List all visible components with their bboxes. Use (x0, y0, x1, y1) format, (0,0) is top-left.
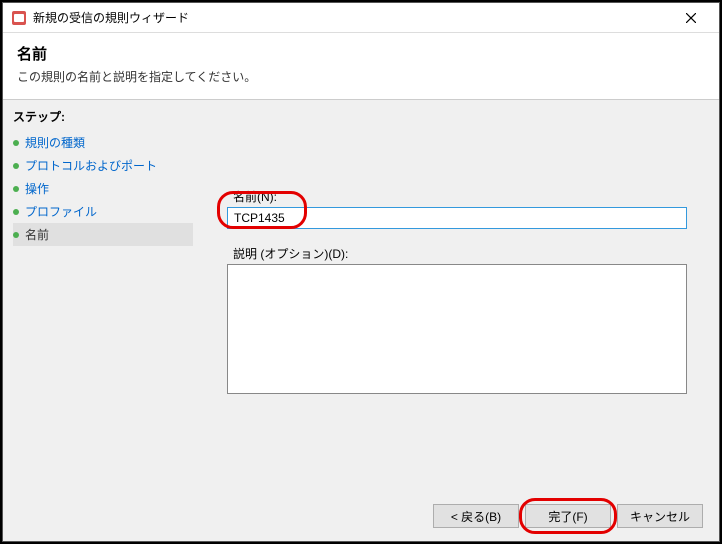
name-input[interactable] (227, 207, 687, 229)
window-title: 新規の受信の規則ウィザード (33, 9, 671, 26)
description-textarea[interactable] (227, 264, 687, 394)
page-description: この規則の名前と説明を指定してください。 (17, 68, 705, 85)
sidebar-item-protocol-port[interactable]: プロトコルおよびポート (13, 154, 193, 177)
steps-heading: ステップ: (13, 108, 193, 125)
sidebar-item-rule-type[interactable]: 規則の種類 (13, 131, 193, 154)
titlebar: 新規の受信の規則ウィザード (3, 3, 719, 33)
bullet-icon (13, 209, 19, 215)
bullet-icon (13, 232, 19, 238)
page-title: 名前 (17, 43, 705, 64)
steps-sidebar: ステップ: 規則の種類 プロトコルおよびポート 操作 プロファイル 名前 (3, 100, 203, 497)
bullet-icon (13, 163, 19, 169)
cancel-button[interactable]: キャンセル (617, 504, 703, 528)
back-button[interactable]: < 戻る(B) (433, 504, 519, 528)
sidebar-item-name[interactable]: 名前 (13, 223, 193, 246)
name-label: 名前(N): (233, 188, 701, 205)
description-label: 説明 (オプション)(D): (233, 245, 701, 262)
bullet-icon (13, 186, 19, 192)
wizard-footer: < 戻る(B) 完了(F) キャンセル (3, 497, 719, 541)
wizard-header: 名前 この規則の名前と説明を指定してください。 (3, 33, 719, 99)
finish-button[interactable]: 完了(F) (525, 504, 611, 528)
form-panel: 名前(N): 説明 (オプション)(D): (203, 100, 719, 497)
content-area: ステップ: 規則の種類 プロトコルおよびポート 操作 プロファイル 名前 (3, 99, 719, 497)
sidebar-item-label: 規則の種類 (25, 134, 85, 151)
wizard-window: 新規の受信の規則ウィザード 名前 この規則の名前と説明を指定してください。 ステ… (2, 2, 720, 542)
sidebar-item-label: 名前 (25, 226, 49, 243)
sidebar-item-action[interactable]: 操作 (13, 177, 193, 200)
sidebar-item-label: プロトコルおよびポート (25, 157, 157, 174)
sidebar-item-label: 操作 (25, 180, 49, 197)
app-icon (11, 10, 27, 26)
close-button[interactable] (671, 4, 711, 32)
sidebar-item-profile[interactable]: プロファイル (13, 200, 193, 223)
bullet-icon (13, 140, 19, 146)
sidebar-item-label: プロファイル (25, 203, 97, 220)
